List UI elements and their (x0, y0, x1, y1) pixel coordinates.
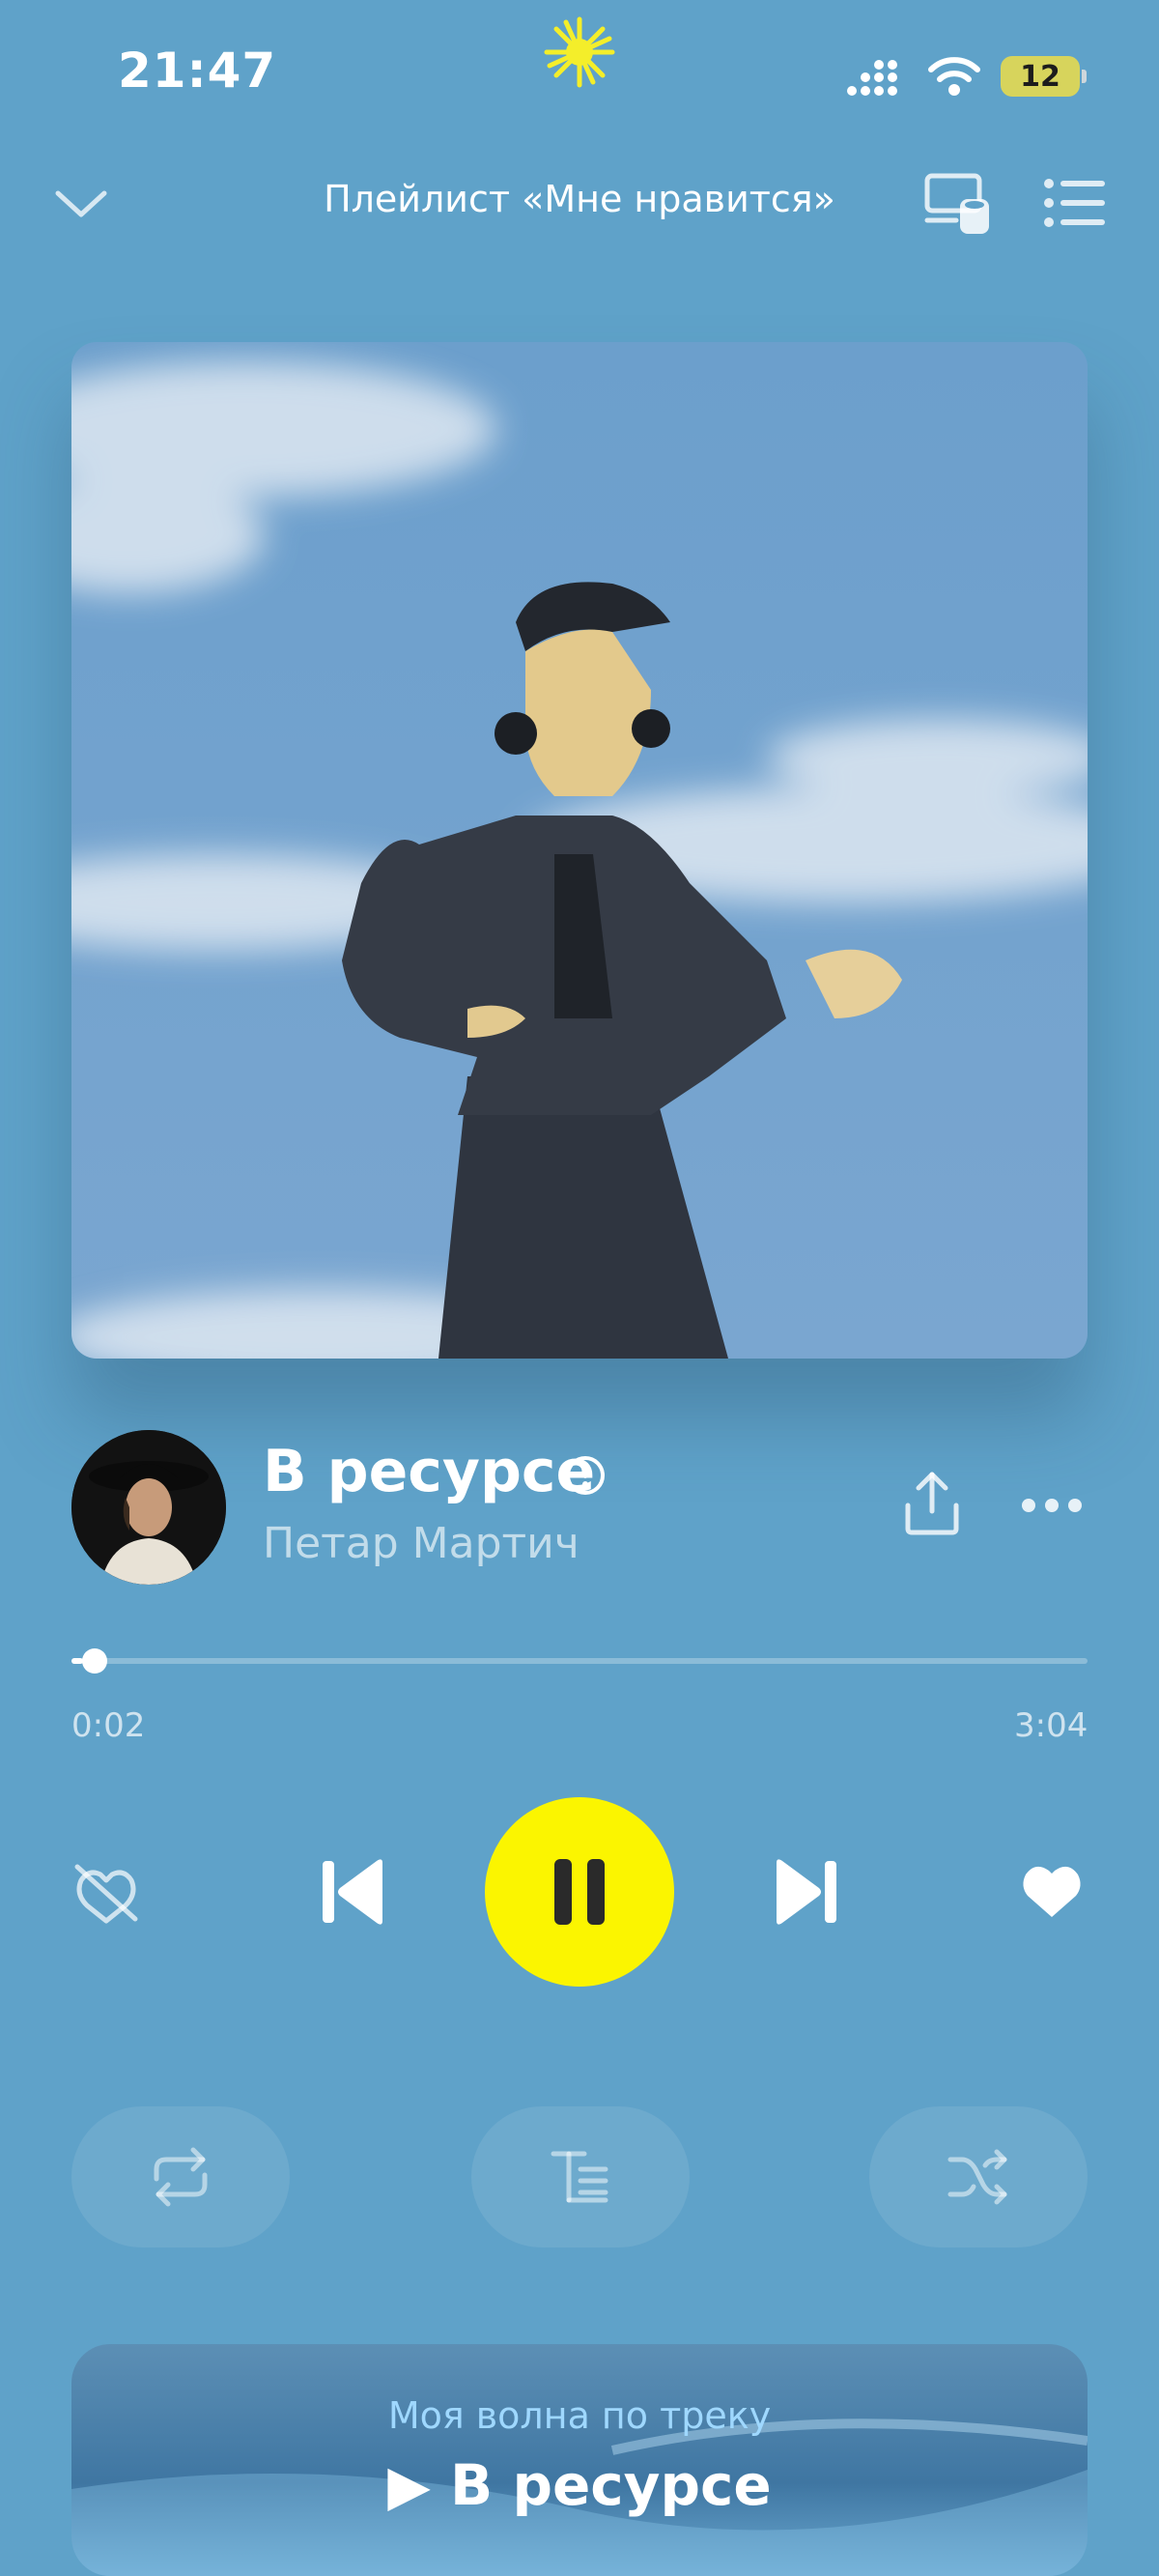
status-time: 21:47 (118, 43, 277, 99)
chevron-down-icon[interactable] (52, 180, 110, 228)
artist-avatar-image (71, 1430, 226, 1585)
wifi-icon (928, 57, 980, 96)
current-time: 0:02 (71, 1706, 146, 1745)
previous-track-icon[interactable] (319, 1855, 388, 1929)
queue-list-icon[interactable] (1043, 176, 1107, 230)
pause-icon (554, 1859, 605, 1925)
progress-fill (71, 1658, 83, 1664)
artist-name[interactable]: Петар Мартич (263, 1519, 580, 1568)
album-cover (71, 342, 1088, 1359)
repeat-button[interactable] (71, 2106, 290, 2247)
cellular-signal-icon (847, 60, 897, 96)
my-wave-banner[interactable]: Моя волна по треку ▶ В ресурсе (71, 2344, 1088, 2576)
dislike-icon[interactable] (71, 1861, 141, 1925)
explicit-icon (566, 1456, 605, 1495)
album-cover-image (71, 342, 1088, 1359)
more-icon[interactable] (1020, 1484, 1084, 1527)
shuffle-button[interactable] (869, 2106, 1088, 2247)
devices-icon[interactable] (923, 172, 991, 236)
progress-handle[interactable] (81, 1648, 107, 1674)
next-track-icon[interactable] (771, 1855, 840, 1929)
my-wave-title: ▶ В ресурсе (387, 2452, 772, 2518)
lyrics-button[interactable] (471, 2106, 690, 2247)
my-wave-subtitle: Моя волна по треку (387, 2394, 772, 2437)
battery-indicator: 12 (1001, 56, 1080, 97)
playlist-title[interactable]: Плейлист «Мне нравится» (251, 178, 908, 220)
shuffle-icon (947, 2149, 1007, 2205)
track-title[interactable]: В ресурсе (263, 1438, 595, 1505)
repeat-icon (154, 2147, 208, 2207)
progress-track[interactable] (71, 1658, 1088, 1664)
total-time: 3:04 (1014, 1706, 1088, 1745)
share-icon[interactable] (902, 1469, 962, 1536)
heart-icon[interactable] (1020, 1861, 1084, 1921)
pause-button[interactable] (485, 1797, 674, 1987)
sun-icon (544, 16, 615, 88)
battery-tip (1082, 70, 1087, 83)
lyrics-icon (551, 2151, 608, 2203)
artist-avatar[interactable] (71, 1430, 226, 1585)
